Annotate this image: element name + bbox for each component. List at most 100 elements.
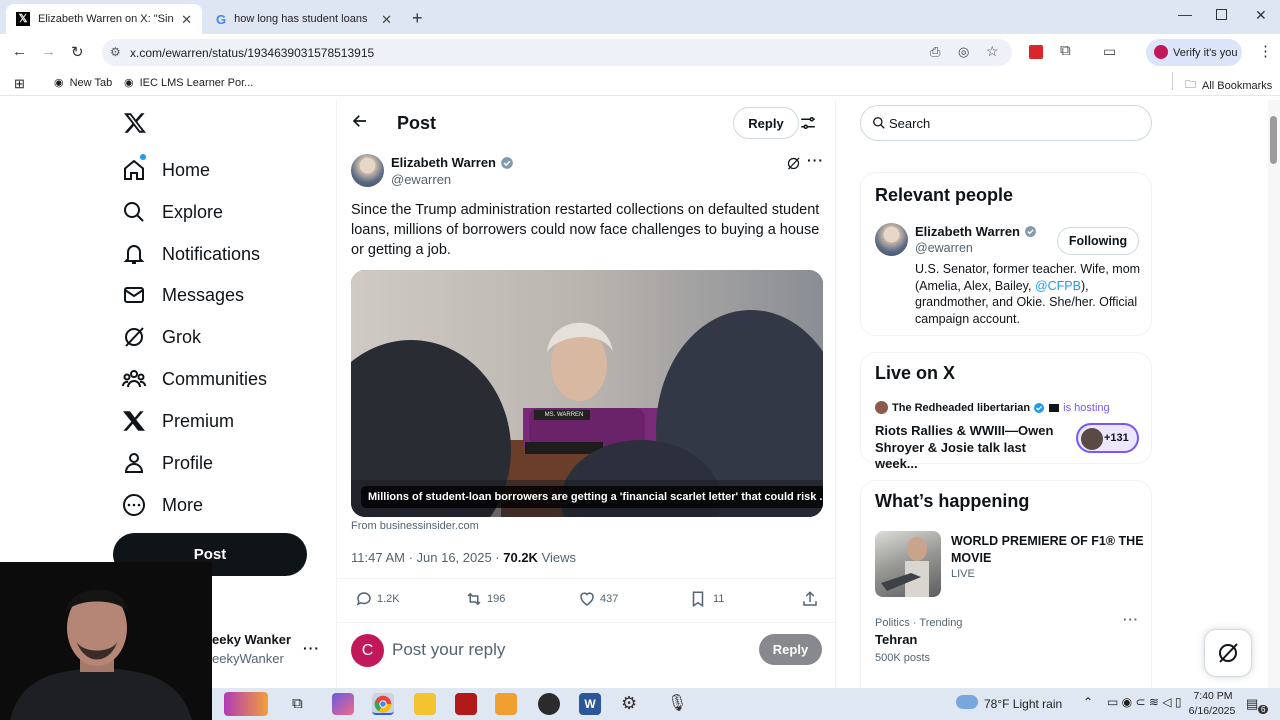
post-timestamp[interactable]: 11:47 AM · Jun 16, 2025 · (351, 550, 503, 565)
account-name[interactable]: eeky Wanker (212, 632, 291, 647)
bio-text: U.S. Senator, former teacher. Wife, mom … (915, 262, 1141, 293)
back-arrow-icon[interactable] (351, 112, 369, 130)
tray-icons[interactable]: ▭ ◉ ⊂ ≋ ◁ ▯ (1107, 695, 1181, 709)
nav-messages[interactable]: Messages (122, 275, 244, 315)
page-scrollbar[interactable] (1268, 100, 1280, 688)
grok-floating-button[interactable] (1204, 629, 1252, 677)
microphone-icon[interactable]: 🎙 (667, 693, 687, 713)
task-view-icon[interactable]: ⧉ (292, 695, 303, 712)
settings-gear-icon[interactable]: ⚙ (621, 693, 637, 714)
nav-explore[interactable]: Explore (122, 192, 223, 232)
like-action[interactable]: 437 (578, 590, 618, 608)
file-explorer-icon[interactable] (414, 693, 436, 715)
bookmark-action[interactable]: 11 (689, 590, 724, 608)
widgets-icon[interactable] (224, 692, 268, 716)
trend-more-icon[interactable]: ··· (1123, 612, 1139, 627)
my-avatar[interactable]: C (351, 634, 384, 667)
author-handle[interactable]: @ewarren (391, 172, 451, 187)
trend-thumbnail[interactable] (875, 531, 941, 597)
clock-time[interactable]: 7:40 PM (1187, 690, 1239, 702)
word-icon[interactable]: W (579, 693, 601, 715)
chrome-icon[interactable] (372, 693, 394, 715)
clock-date[interactable]: 6/16/2025 (1182, 705, 1242, 717)
scrollbar-thumb[interactable] (1270, 116, 1277, 164)
repost-action[interactable]: 196 (465, 590, 505, 608)
share-icon[interactable] (801, 590, 819, 608)
install-app-icon[interactable]: ⎙ (930, 44, 940, 60)
folder-icon: 🗀 (1185, 79, 1196, 91)
apps-grid-icon[interactable]: ⊞ (14, 76, 25, 92)
account-menu-icon[interactable]: ··· (303, 640, 320, 656)
live-host-row[interactable]: The Redheaded libertarian is hosting (892, 402, 1110, 414)
all-bookmarks-button[interactable]: 🗀 All Bookmarks (1185, 76, 1272, 95)
new-tab-icon[interactable]: + (412, 8, 423, 29)
sidepanel-icon[interactable]: ▭ (1103, 43, 1116, 60)
reload-icon[interactable]: ↻ (71, 43, 84, 61)
pdf-extension-icon[interactable] (1029, 45, 1043, 59)
trend-meta: Politics · Trending (875, 617, 963, 629)
reply-action[interactable]: 1.2K (355, 590, 400, 608)
nav-notifications[interactable]: Notifications (122, 234, 260, 274)
bookmark-iec-lms[interactable]: ◉ IEC LMS Learner Por... (124, 76, 254, 90)
notifications-icon[interactable]: ▤ (1246, 696, 1258, 712)
acrobat-icon[interactable] (455, 693, 477, 715)
live-space-title[interactable]: Riots Rallies & WWIII—Owen Shroyer & Jos… (875, 423, 1067, 473)
back-icon[interactable]: ← (12, 43, 27, 60)
url-bar[interactable]: ⚙ x.com/ewarren/status/19346390315785139… (102, 39, 1012, 66)
live-listeners-button[interactable]: +131 (1076, 423, 1139, 453)
reply-input[interactable]: Post your reply (392, 640, 505, 660)
tab-google-search[interactable]: G how long has student loans bee ✕ (206, 4, 402, 34)
nav-profile[interactable]: Profile (122, 443, 213, 483)
maximize-icon[interactable] (1216, 9, 1227, 20)
trend-post-count: 500K posts (875, 652, 931, 664)
chevron-up-icon[interactable]: ⌃ (1083, 695, 1093, 709)
person-name-row[interactable]: Elizabeth Warren (915, 224, 1037, 239)
grok-explain-icon[interactable] (786, 156, 801, 171)
following-button[interactable]: Following (1057, 227, 1139, 255)
media-player-icon[interactable] (495, 693, 517, 715)
trend-topic[interactable]: Tehran (875, 632, 917, 647)
nav-label: Messages (162, 284, 245, 305)
nav-home[interactable]: Home (122, 150, 210, 190)
nav-communities[interactable]: Communities (122, 359, 267, 399)
sliders-icon[interactable] (799, 114, 817, 132)
reply-submit-button[interactable]: Reply (759, 634, 822, 665)
close-window-icon[interactable]: ✕ (1255, 7, 1267, 24)
star-icon[interactable]: ☆ (986, 43, 999, 60)
header-reply-button[interactable]: Reply (733, 107, 799, 139)
minimize-icon[interactable]: — (1178, 6, 1192, 22)
close-tab-icon[interactable]: ✕ (181, 12, 192, 28)
kebab-menu-icon[interactable]: ⋮ (1258, 42, 1273, 60)
nav-label: Profile (162, 452, 214, 473)
person-avatar[interactable] (875, 223, 908, 256)
author-name-row[interactable]: Elizabeth Warren (391, 155, 514, 170)
views-count: 70.2K (503, 550, 538, 565)
copilot-icon[interactable] (332, 693, 354, 715)
bookmark-label: IEC LMS Learner Por... (139, 76, 254, 89)
obs-icon[interactable] (538, 693, 560, 715)
bio-mention-link[interactable]: @CFPB (1035, 279, 1081, 293)
trend-title[interactable]: WORLD PREMIERE OF F1® THE MOVIE (951, 533, 1147, 566)
nav-premium[interactable]: Premium (122, 401, 234, 441)
site-info-icon[interactable]: ⚙ (110, 45, 121, 59)
nav-more[interactable]: More (122, 485, 203, 525)
search-input[interactable]: Search (860, 105, 1152, 141)
eye-slash-icon[interactable]: ◎ (958, 44, 969, 60)
nav-grok[interactable]: Grok (122, 317, 201, 357)
post-more-icon[interactable]: ··· (807, 152, 824, 168)
forward-icon[interactable]: → (41, 43, 56, 60)
card-caption: Millions of student-loan borrowers are g… (361, 486, 823, 508)
extensions-icon[interactable]: ⧉ (1060, 42, 1071, 59)
flag-icon (1049, 404, 1060, 412)
more-circle-icon (123, 494, 145, 516)
x-logo[interactable] (122, 111, 148, 135)
verify-profile-button[interactable]: Verify it's you (1146, 39, 1242, 66)
link-card-image[interactable]: MS. WARREN Millions of student-loan borr… (351, 270, 823, 517)
weather-text[interactable]: 78°F Light rain (984, 697, 1062, 711)
close-tab-icon[interactable]: ✕ (381, 12, 392, 28)
tab-elizabeth-warren[interactable]: 𝕏 Elizabeth Warren on X: "Since th ✕ (6, 4, 202, 34)
bookmark-new-tab[interactable]: ◉ New Tab (54, 76, 112, 90)
card-source[interactable]: From businessinsider.com (351, 520, 479, 532)
browser-tab-strip: 𝕏 Elizabeth Warren on X: "Since th ✕ G h… (0, 0, 1280, 34)
author-avatar[interactable] (351, 154, 384, 187)
